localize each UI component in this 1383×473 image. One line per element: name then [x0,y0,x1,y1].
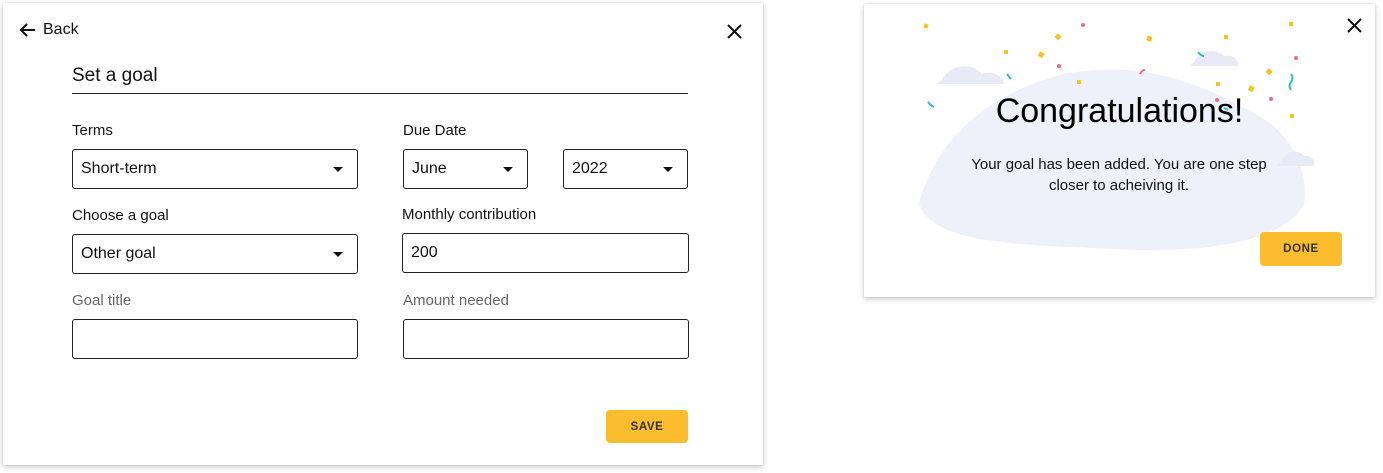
choose-goal-select[interactable]: Other goal [72,234,358,274]
due-year-select[interactable]: 2022 [563,149,688,189]
congratulations-message: Your goal has been added. You are one st… [971,156,1267,194]
choose-goal-label: Choose a goal [72,207,169,224]
monthly-contribution-value: 200 [411,244,438,261]
back-button[interactable]: Back [19,21,79,39]
terms-value: Short-term [81,160,157,177]
set-goal-panel: Back Set a goal Terms Short-term Due Dat… [3,3,763,465]
due-month-value: June [412,160,447,177]
close-modal-button[interactable] [1347,18,1362,38]
save-button[interactable]: SAVE [606,410,688,443]
caret-down-icon [503,166,513,172]
caret-down-icon [333,251,343,257]
close-form-button[interactable] [727,24,742,44]
amount-needed-label: Amount needed [403,292,509,309]
congratulations-title: Congratulations! [995,92,1244,130]
amount-needed-input[interactable] [403,319,689,359]
monthly-contribution-label: Monthly contribution [402,206,537,223]
due-date-label: Due Date [403,122,467,139]
goal-title-input[interactable] [72,319,358,359]
due-year-value: 2022 [572,160,608,177]
congratulations-modal: Congratulations! Your goal has been adde… [864,4,1375,297]
goal-title-label: Goal title [72,292,132,309]
back-label: Back [43,21,79,38]
page-title: Set a goal [72,65,688,94]
choose-goal-value: Other goal [81,245,156,262]
arrow-left-icon [19,23,35,37]
close-icon [1347,18,1362,33]
terms-label: Terms [72,122,113,139]
terms-select[interactable]: Short-term [72,149,358,189]
close-icon [727,24,742,39]
caret-down-icon [333,166,343,172]
monthly-contribution-input[interactable]: 200 [402,233,689,273]
done-button[interactable]: DONE [1260,232,1342,266]
due-month-select[interactable]: June [403,149,528,189]
caret-down-icon [663,166,673,172]
